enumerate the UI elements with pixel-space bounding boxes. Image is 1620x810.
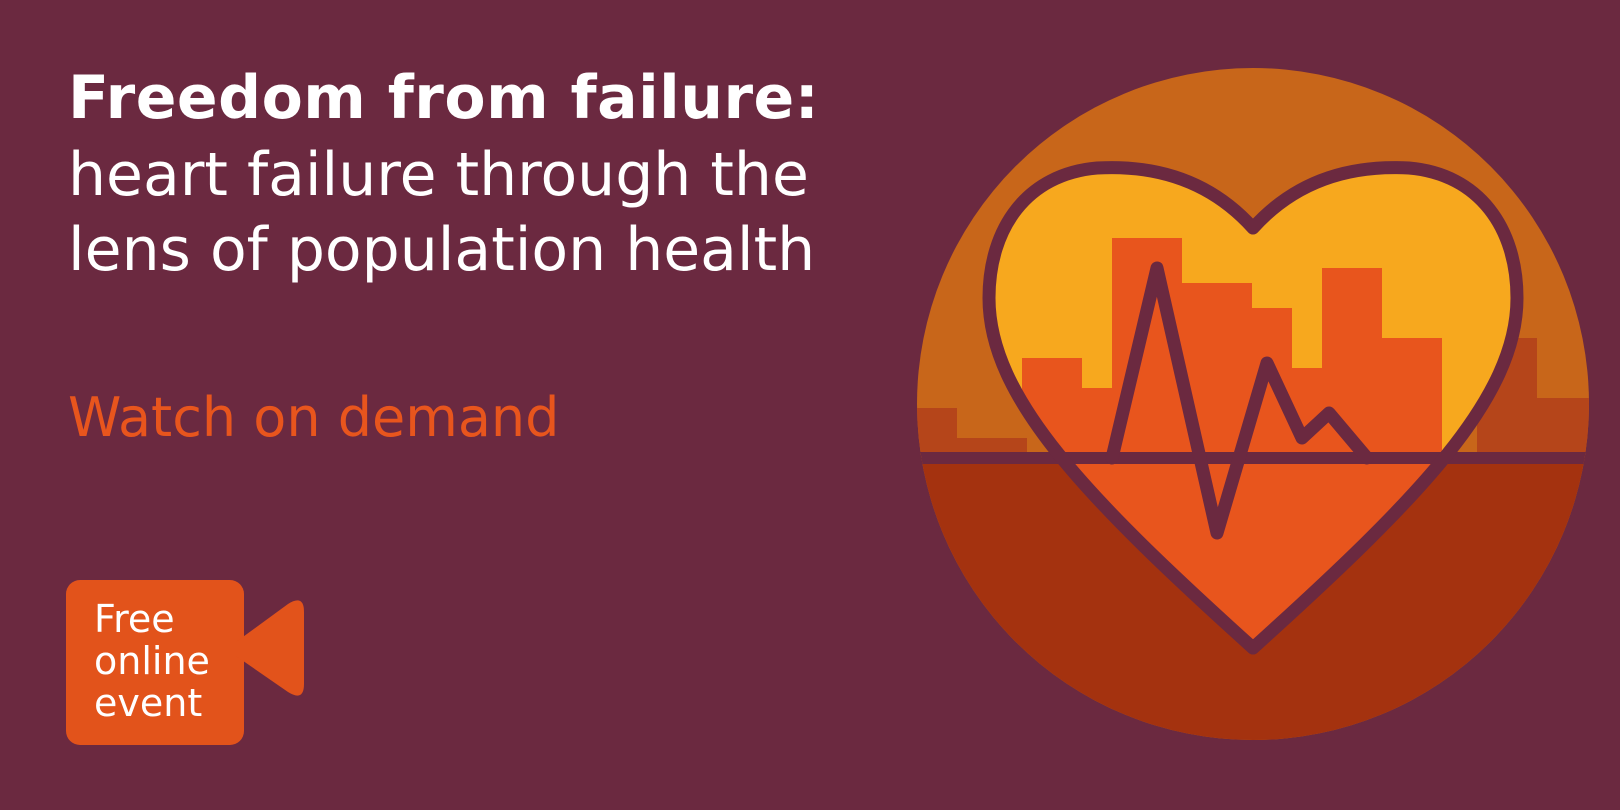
headline: Freedom from failure: heart failure thro… <box>68 58 928 288</box>
badge-text: Free online event <box>94 598 210 724</box>
heart-heartbeat-skyline-icon <box>917 68 1589 740</box>
badge-line-online: online <box>94 639 210 683</box>
badge-line-event: event <box>94 681 203 725</box>
event-banner: Freedom from failure: heart failure thro… <box>0 0 1620 810</box>
headline-title: Freedom from failure: <box>68 63 820 133</box>
badge-line-free: Free <box>94 597 175 641</box>
free-online-event-badge: Free online event <box>66 580 316 745</box>
headline-subtitle-line-1: heart failure through the <box>68 140 809 210</box>
watch-on-demand-link[interactable]: Watch on demand <box>68 385 559 451</box>
headline-subtitle-line-2: lens of population health <box>68 215 816 285</box>
